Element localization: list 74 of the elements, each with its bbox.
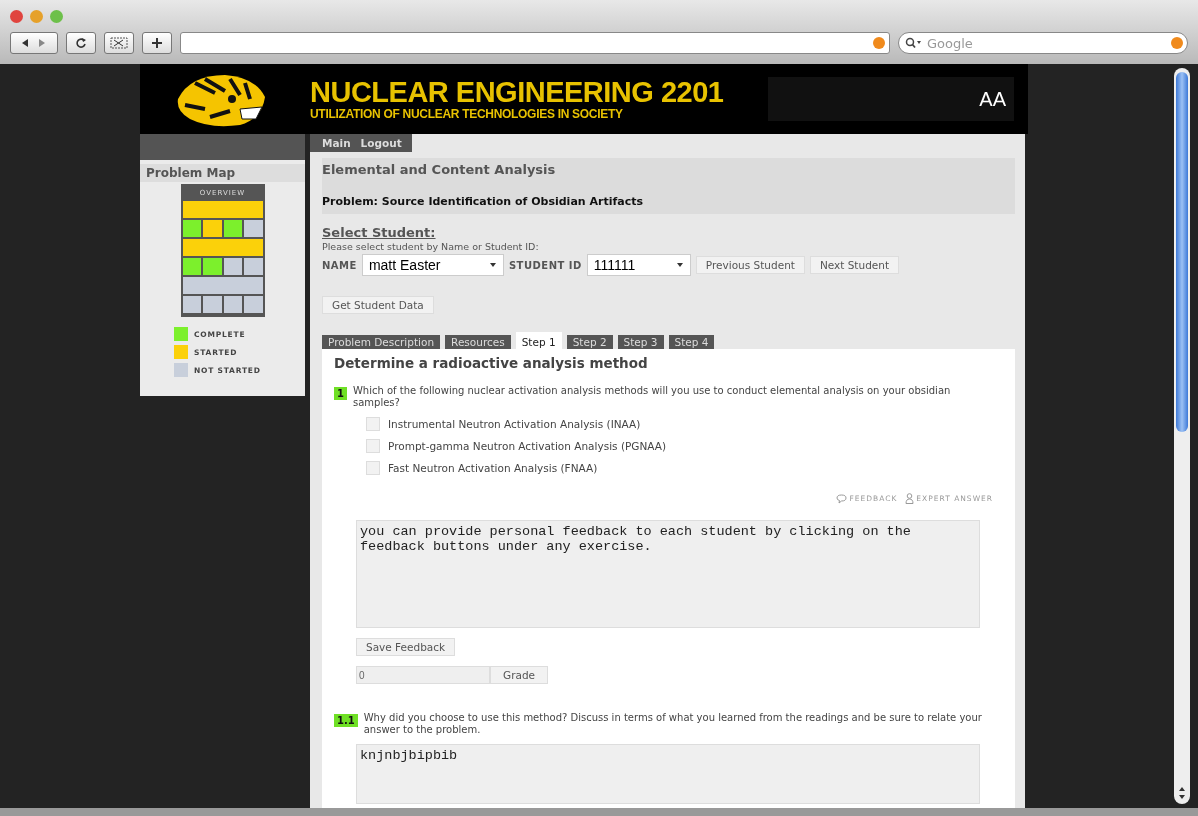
search-input[interactable]: Google bbox=[925, 34, 1169, 52]
save-feedback-button[interactable]: Save Feedback bbox=[356, 638, 456, 656]
problem-title: Problem: Source Identification of Obsidian Artifacts bbox=[322, 195, 644, 208]
problem-map-cell[interactable] bbox=[182, 296, 201, 313]
problem-map-cell[interactable] bbox=[203, 296, 222, 313]
speech-bubble-icon bbox=[836, 493, 848, 504]
student-nav-button[interactable]: Previous Student bbox=[695, 256, 805, 274]
problem-map-cell[interactable] bbox=[182, 258, 201, 275]
checkbox[interactable] bbox=[366, 417, 380, 431]
reload-icon bbox=[75, 37, 87, 49]
option-label: Instrumental Neutron Activation Analysis (INAA) bbox=[388, 418, 641, 430]
tab[interactable]: Step 4 bbox=[668, 335, 715, 349]
problem-map-cell[interactable] bbox=[182, 220, 201, 237]
step-title: Determine a radioactive analysis method bbox=[334, 355, 649, 371]
problem-map-cell[interactable] bbox=[244, 220, 263, 237]
tab[interactable]: Resources bbox=[445, 335, 511, 349]
select-student-heading: Select Student: bbox=[322, 225, 436, 240]
tab[interactable]: Step 2 bbox=[566, 335, 613, 349]
name-dropdown[interactable]: matt Easter bbox=[361, 254, 504, 276]
select-student-hint: Please select student by Name or Student ID: bbox=[322, 241, 540, 252]
caret-icon bbox=[488, 262, 497, 268]
text-size-button[interactable]: AA bbox=[971, 87, 1014, 111]
plus-icon bbox=[151, 37, 163, 49]
student-nav-button[interactable]: Next Student bbox=[809, 256, 900, 274]
checkbox[interactable] bbox=[366, 461, 380, 475]
snippet-button[interactable] bbox=[104, 32, 134, 54]
grade-button[interactable]: Grade bbox=[490, 666, 548, 684]
problem-map-cell[interactable] bbox=[223, 258, 242, 275]
course-subtitle: UTILIZATION OF NUCLEAR TECHNOLOGIES IN SOCIETY bbox=[310, 107, 624, 121]
student-id-label: STUDENT ID bbox=[508, 259, 582, 271]
problem-map-cell[interactable] bbox=[182, 239, 263, 256]
question-text: Why did you choose to use this method? Discuss in terms of what you learned from the readings and be sure to relate your answer to the problem. bbox=[363, 712, 983, 736]
get-student-data-button[interactable]: Get Student Data bbox=[322, 296, 434, 314]
scissors-frame-icon bbox=[110, 37, 128, 49]
address-field[interactable] bbox=[180, 32, 890, 54]
tab[interactable]: Step 1 bbox=[515, 332, 562, 349]
problem-map-cell[interactable] bbox=[223, 296, 242, 313]
option-label: Fast Neutron Activation Analysis (FNAA) bbox=[388, 462, 598, 474]
tab[interactable]: Problem Description bbox=[322, 335, 441, 349]
reload-button[interactable] bbox=[66, 32, 96, 54]
add-bookmark-button[interactable] bbox=[142, 32, 172, 54]
back-forward-button[interactable] bbox=[10, 32, 58, 54]
scroll-arrows-icon[interactable] bbox=[1178, 786, 1186, 800]
scrollbar-thumb[interactable] bbox=[1176, 72, 1188, 432]
problem-map-cell[interactable] bbox=[203, 220, 222, 237]
answer-textarea[interactable]: knjnbjbipbib bbox=[356, 744, 980, 804]
question-text: Which of the following nuclear activation analysis methods will you use to conduct elemental analysis on your obsidian samples? bbox=[352, 385, 952, 409]
problem-map-cell[interactable] bbox=[223, 220, 242, 237]
nav-link[interactable]: Main bbox=[322, 137, 351, 149]
problem-map-cell[interactable] bbox=[203, 258, 222, 275]
tab[interactable]: Step 3 bbox=[617, 335, 664, 349]
close-icon[interactable] bbox=[10, 9, 23, 23]
grade-field[interactable]: 0 bbox=[356, 666, 490, 684]
section-title: Elemental and Content Analysis bbox=[322, 162, 557, 177]
option-label: Prompt-gamma Neutron Activation Analysis (PGNAA) bbox=[388, 440, 667, 452]
problem-map-cell[interactable] bbox=[182, 201, 263, 218]
checkbox[interactable] bbox=[366, 439, 380, 453]
student-id-dropdown[interactable]: 111111 bbox=[586, 254, 691, 276]
minimize-icon[interactable] bbox=[30, 9, 43, 23]
zoom-icon[interactable] bbox=[50, 9, 63, 23]
name-label: NAME bbox=[322, 259, 357, 271]
problem-map-cell[interactable] bbox=[244, 258, 263, 275]
caret-icon bbox=[675, 262, 684, 268]
nav-link[interactable]: Logout bbox=[360, 137, 402, 149]
person-icon bbox=[905, 493, 915, 504]
question-number-badge: 1.1 bbox=[334, 714, 358, 727]
feedback-textarea[interactable]: you can provide personal feedback to each student by clicking on the feedback buttons under any exercise. bbox=[356, 520, 980, 628]
problem-map-title: Problem Map bbox=[140, 164, 305, 182]
search-icon bbox=[905, 37, 923, 49]
search-field[interactable]: Google bbox=[898, 32, 1188, 54]
problem-map-cell[interactable] bbox=[244, 296, 263, 313]
course-title: NUCLEAR ENGINEERING 2201 bbox=[310, 77, 724, 107]
problem-map-cell[interactable] bbox=[182, 277, 263, 294]
question-number-badge: 1 bbox=[334, 387, 347, 400]
